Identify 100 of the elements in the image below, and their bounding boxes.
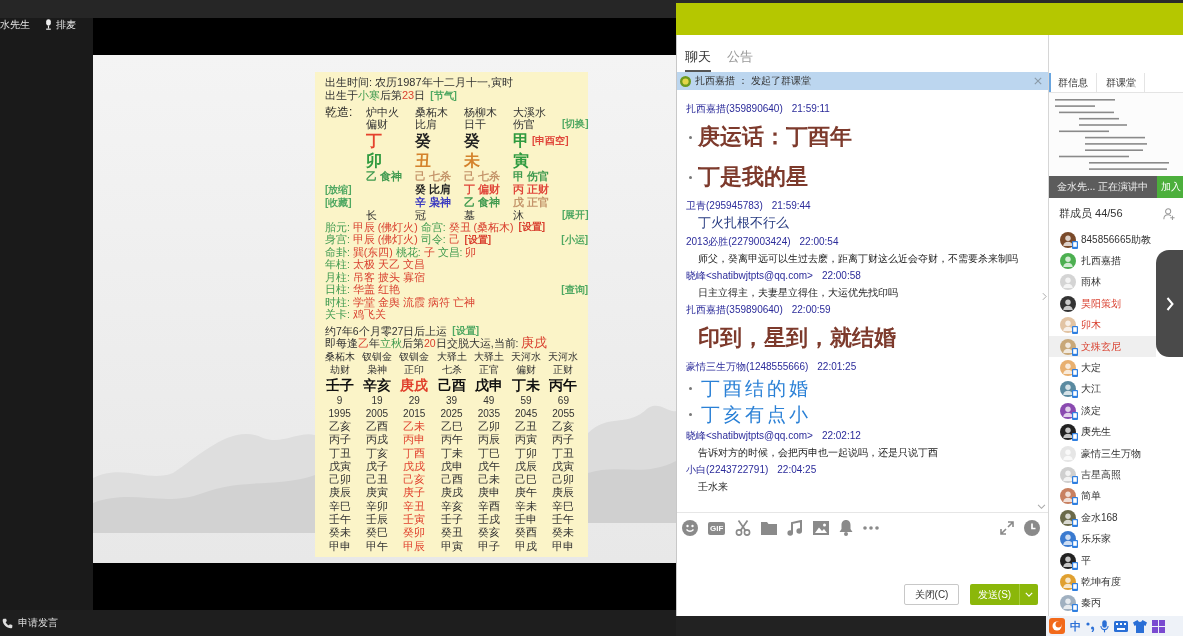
table-cell: 丙辰 [477,433,500,447]
message-time: 21:59:11 [791,102,830,115]
table-cell: 枭神 [366,363,387,376]
table-cell: 偏财 [516,363,537,376]
table-cell: 己未 [477,473,500,487]
table-cell: 乙巳 [440,420,463,434]
table-cell: 戊午 [477,459,500,474]
punctuation-icon[interactable] [1086,620,1095,632]
contact-link[interactable]: 359890640 [729,303,780,315]
table-cell: 丁酉 [403,446,426,460]
table-cell-text: 辛卯 [365,499,388,513]
chart-text: 即每逢乙年立秋后第20日交脱大运,当前: 庚戌 [325,336,548,352]
sender-label: 卫青(295945783) [686,199,763,212]
table-cell: 丁 [366,131,382,151]
chart-text: 命卦: 巽(东四) 桃花: 子 文昌: 卯 [325,245,477,259]
shirt-icon[interactable] [1133,619,1147,633]
chart-link[interactable]: [设置] [464,233,492,246]
message-time: 22:00:59 [791,303,831,316]
table-cell: 戊戌 [403,459,426,474]
contact-link[interactable]: shatibwjtpts@qq.com [711,429,808,441]
bell-icon[interactable] [839,520,854,536]
more-icon[interactable] [863,526,880,530]
table-cell-text: 辛酉 [477,499,500,513]
microphone-icon [45,19,52,30]
table-cell: 丁未 [440,446,463,460]
emoji-icon[interactable] [682,520,698,536]
panel-toggle-button[interactable] [1156,250,1183,357]
close-icon[interactable] [1034,77,1042,85]
table-cell: 己卯 [328,473,351,487]
grid-icon[interactable] [1152,619,1165,633]
table-cell: 寅 [513,151,529,171]
sender-label: 扎西嘉措(359890640) [686,303,783,316]
table-cell: 丁丑 [552,446,575,460]
chart-link[interactable]: [申酉空] [532,135,569,147]
member-item[interactable]: 文殊玄尼 [1049,335,1156,358]
keyboard-icon[interactable] [1114,620,1128,632]
message-time: 22:00:58 [821,269,861,282]
table-cell: 69 [557,394,569,407]
table-cell: 39 [445,394,458,407]
scissors-icon[interactable] [735,520,752,536]
chart-link[interactable]: [设置] [518,221,546,234]
contact-link[interactable]: 295945783 [709,199,760,211]
speaker-name: 水先生 [0,18,31,31]
table-cell: 丙申 [403,433,426,447]
table-cell: 2035 [477,407,500,420]
contact-link[interactable]: shatibwjtpts@qq.com [711,269,808,281]
input-mode-button[interactable]: 中 [1070,620,1081,632]
table-cell: 乙丑 [515,420,538,434]
table-cell: 丙寅 [515,433,538,447]
table-cell: 庚寅 [365,486,388,500]
table-cell: 沐 [513,208,524,222]
table-cell: 辛亥 [362,376,391,394]
table-cell: 戊 正官 [513,196,549,209]
add-member-icon[interactable] [1163,207,1175,220]
contact-link[interactable]: 2243722791 [709,463,765,475]
table-cell: 丁未 [512,376,541,394]
table-cell-text: 辛亥 [440,499,463,513]
image-icon[interactable] [813,521,830,535]
table-cell: 丁亥 [365,446,388,460]
message-text: 师父，癸离甲远可以生过去麽，距离丁财这么近会夺财，不需要杀来制吗 [698,252,1018,265]
table-cell: 癸 [415,131,431,151]
table-cell: 壬午 [328,513,351,527]
table-cell: 丁卯 [515,446,538,460]
table-cell: 庚辰 [552,486,575,500]
table-cell: 戊寅 [328,459,351,474]
chart-text: 胎元: 甲辰 (佛灯火) 命宫: 癸丑 (桑柘木) [325,220,514,234]
table-cell: 29 [408,394,420,407]
table-cell: 乙 食神 [366,170,402,183]
table-cell: 丁 偏财 [464,183,500,196]
table-cell: 炉中火 [366,105,399,119]
contact-link[interactable]: 359890640 [729,102,780,114]
table-cell: 甲寅 [440,539,463,553]
microphone-icon[interactable] [1100,619,1109,633]
chart-text: 年柱: 太极 天乙 文昌 [325,258,425,272]
caret-down-icon [1025,592,1033,597]
table-cell: 桑柘木 [324,350,355,363]
sender-label: 豪情三生万物(1248555666) [686,360,809,373]
folder-icon[interactable] [761,521,778,535]
panel-tab[interactable]: 群信息 [1049,73,1097,92]
queue-button[interactable]: 排麦 [45,18,76,31]
table-cell: 乙未 [403,420,426,434]
message-text: 日主立得主，夫妻星立得住，大运优先找印吗 [698,286,898,299]
close-button[interactable]: 关闭(C) [904,584,959,605]
table-cell: 己酉 [437,376,466,394]
ime-logo-icon[interactable] [1049,618,1065,634]
table-cell: 大驿土 [436,350,467,363]
table-cell: 大驿土 [473,350,504,363]
request-speak-button[interactable]: 申请发言 [2,617,58,629]
table-cell: 癸卯 [403,526,426,540]
contact-link[interactable]: 1248555666 [749,360,805,372]
table-cell: 戊寅 [552,459,575,474]
table-cell: 壬申 [515,513,538,527]
table-cell: 己丑 [365,473,388,487]
table-cell: 癸酉 [515,526,538,540]
clock-icon[interactable] [1024,520,1040,536]
chevron-down-icon[interactable] [1037,504,1046,510]
table-cell: 日干 [464,117,486,131]
expand-icon[interactable] [1000,521,1014,535]
music-icon[interactable] [787,520,804,536]
message-text: 丁是我的星 [698,163,808,191]
